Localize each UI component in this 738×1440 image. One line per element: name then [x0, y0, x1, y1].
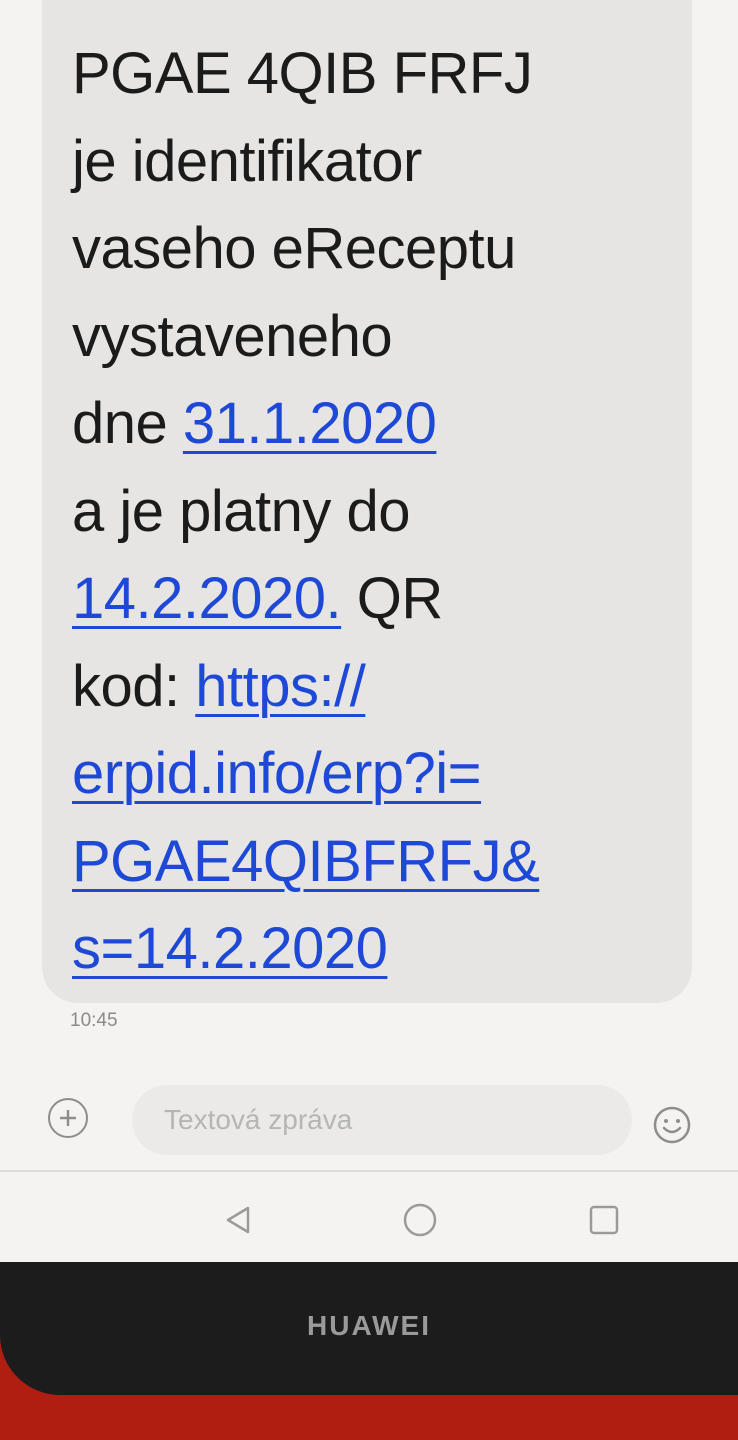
message-text-segment: dne: [72, 391, 183, 456]
back-triangle-icon[interactable]: [218, 1200, 258, 1240]
message-text-segment: kod:: [72, 653, 196, 719]
message-link[interactable]: 14.2.2020.: [72, 566, 342, 631]
message-link[interactable]: erpid.info/erp?i=: [72, 741, 482, 806]
message-text-segment: je identifikator: [72, 128, 422, 194]
message-link[interactable]: s=14.2.2020: [72, 916, 388, 981]
message-input[interactable]: [132, 1085, 632, 1155]
message-timestamp: 10:45: [70, 1010, 118, 1031]
device-brand-label: HUAWEI: [307, 1310, 431, 1341]
message-line: PGAE 4QIB FRFJ: [72, 30, 692, 118]
recent-apps-square-icon[interactable]: [584, 1200, 624, 1240]
message-line: dne 31.1.2020: [72, 380, 692, 468]
message-text-segment: vystaveneho: [72, 303, 393, 369]
home-circle-icon[interactable]: [400, 1200, 440, 1240]
message-text-segment: QR: [341, 566, 444, 631]
divider: [0, 1170, 738, 1172]
message-link[interactable]: 31.1.2020: [183, 391, 437, 456]
message-line: a je platny do: [72, 468, 692, 556]
message-line: kod: https://: [72, 643, 692, 731]
message-link[interactable]: https://: [195, 654, 366, 719]
smiley-icon[interactable]: [652, 1105, 692, 1145]
message-line: erpid.info/erp?i=: [72, 730, 692, 818]
plus-circle-icon: [60, 1110, 76, 1126]
navigation-bar: [0, 1180, 738, 1260]
message-link[interactable]: PGAE4QIBFRFJ&: [72, 829, 540, 894]
message-line: je identifikator: [72, 118, 692, 206]
message-text-segment: PGAE 4QIB FRFJ: [72, 41, 533, 106]
message-line: vaseho eReceptu: [72, 205, 692, 293]
messaging-screen: PGAE 4QIB FRFJ je identifikator vaseho eRe…: [0, 0, 738, 1262]
message-text-segment: a je platny do: [72, 478, 411, 544]
message-line: 14.2.2020. QR: [72, 555, 692, 643]
message-line: vystaveneho: [72, 293, 692, 381]
message-text-segment: vaseho eReceptu: [72, 216, 516, 281]
message-line: PGAE4QIBFRFJ&: [72, 818, 692, 906]
message-line: s=14.2.2020: [72, 905, 692, 993]
attach-button[interactable]: [48, 1098, 88, 1138]
composer-bar: [0, 1085, 738, 1170]
message-text: PGAE 4QIB FRFJ je identifikator vaseho eRe…: [72, 30, 692, 993]
